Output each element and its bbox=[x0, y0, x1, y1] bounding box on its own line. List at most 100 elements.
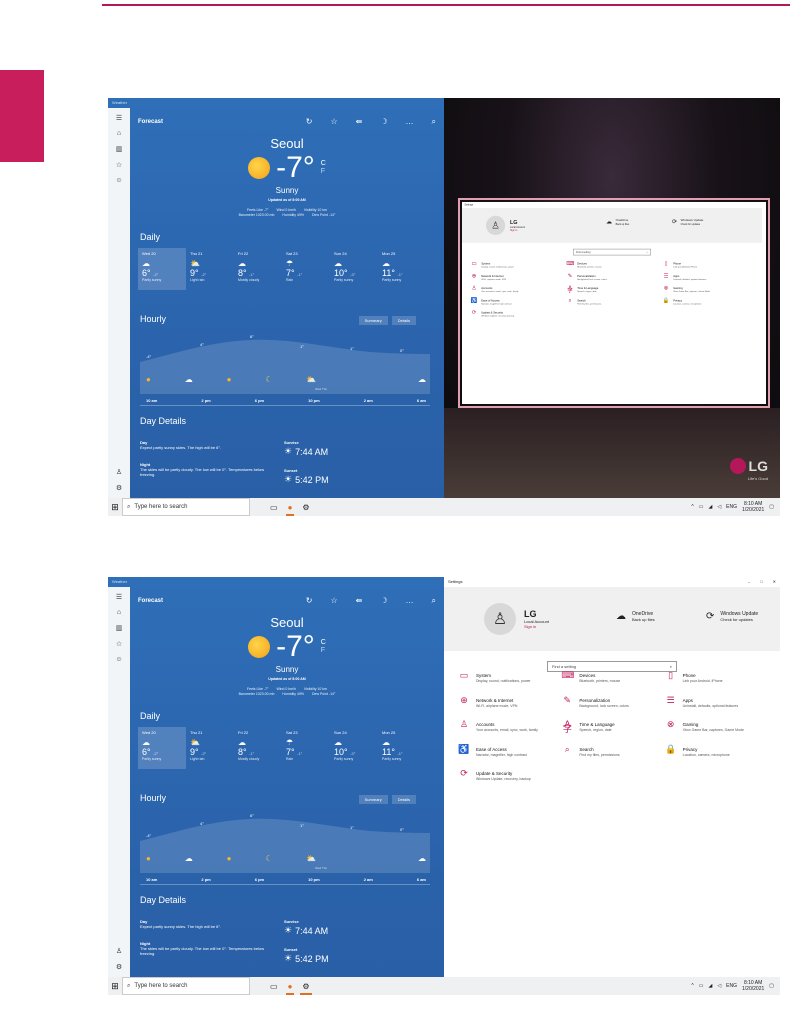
details-button[interactable]: Details bbox=[391, 316, 416, 325]
settings-category[interactable]: 🔒 Privacy Location, camera, microphone bbox=[665, 744, 768, 758]
settings-category[interactable]: ⊕ Network & Internet Wi-Fi, airplane mode,… bbox=[458, 695, 561, 709]
maps-icon[interactable]: ▥ bbox=[116, 145, 123, 153]
menu-icon[interactable]: ☰ bbox=[116, 114, 122, 122]
settings-category[interactable]: ☰ Apps Uninstall, defaults, optional featu… bbox=[662, 273, 758, 280]
settings-category[interactable]: ⌕ Search Find my files, permissions bbox=[561, 744, 664, 758]
maximize-icon[interactable]: □ bbox=[760, 579, 762, 585]
favorite-icon[interactable]: ☆ bbox=[330, 596, 337, 606]
day-card[interactable]: Sat 23 ☂ 7° -1° Rain bbox=[282, 248, 330, 290]
summary-button[interactable]: Summary bbox=[358, 795, 388, 804]
day-card[interactable]: Sat 23 ☂ 7° -1° Rain bbox=[282, 727, 330, 769]
clock[interactable]: 8:10 AM 1/20/2021 bbox=[742, 980, 764, 992]
close-icon[interactable]: ✕ bbox=[773, 579, 776, 585]
day-card[interactable]: Wed 20 ☁ 6° -2° Partly sunny bbox=[138, 727, 186, 769]
day-card[interactable]: Thu 21 ⛅ 9° -2° Light rain bbox=[186, 248, 234, 290]
language-indicator[interactable]: ENG bbox=[726, 983, 737, 989]
moon-icon[interactable]: ☽ bbox=[380, 596, 387, 606]
snap-assist-thumbnail[interactable]: Settings ♙ LG Local Account Sign in ☁ OneDr… bbox=[458, 198, 770, 408]
pin-icon[interactable]: ⇚ bbox=[356, 596, 363, 606]
notification-icon[interactable]: ▢ bbox=[769, 983, 774, 989]
settings-category[interactable]: ♙ Accounts Your accounts, email, sync, wor… bbox=[458, 720, 561, 733]
unit-f[interactable]: F bbox=[321, 168, 326, 176]
battery-icon[interactable]: ▭ bbox=[699, 504, 704, 510]
settings-category[interactable]: ⟳ Update & Security Windows Update, recove… bbox=[470, 310, 566, 317]
settings-category[interactable]: ▭ System Display, sound, notifications, po… bbox=[470, 261, 566, 268]
settings-category[interactable]: ✎ Personalization Background, lock screen,… bbox=[561, 695, 664, 709]
onedrive-tile[interactable]: ☁ OneDrive Back up files bbox=[606, 219, 629, 226]
day-card[interactable]: Sun 24 ☁ 10° -3° Partly sunny bbox=[330, 727, 378, 769]
settings-category[interactable]: ⊗ Gaming Xbox Game Bar, captures, Game Mod… bbox=[665, 720, 768, 733]
day-card[interactable]: Fri 22 ☁ 8° -1° Mostly cloudy bbox=[234, 248, 282, 290]
settings-category[interactable]: ⊗ Gaming Xbox Game Bar, captures, Game Mod… bbox=[662, 285, 758, 293]
windows-start-icon[interactable]: ⊞ bbox=[108, 981, 122, 992]
minimize-icon[interactable]: – bbox=[748, 579, 750, 585]
search-icon[interactable]: ⌕ bbox=[432, 117, 436, 127]
settings-category[interactable]: 🔒 Privacy Location, camera, microphone bbox=[662, 298, 758, 305]
sign-in-link[interactable]: Sign in bbox=[510, 228, 525, 231]
volume-icon[interactable]: ◁ bbox=[717, 504, 721, 510]
settings-taskbar-icon[interactable]: ⚙ bbox=[300, 982, 312, 995]
onedrive-tile[interactable]: ☁ OneDrive Back up files bbox=[616, 611, 655, 622]
sign-in-link[interactable]: Sign in bbox=[524, 624, 549, 629]
settings-category[interactable]: ♙ Accounts Your accounts, email, sync, wor… bbox=[470, 285, 566, 293]
network-icon[interactable]: ◢ bbox=[708, 504, 712, 510]
home-icon[interactable]: ⌂ bbox=[117, 130, 121, 137]
settings-icon[interactable]: ⚙ bbox=[116, 484, 122, 492]
language-indicator[interactable]: ENG bbox=[726, 504, 737, 510]
settings-category[interactable]: ⊕ Network & Internet Wi-Fi, airplane mode,… bbox=[470, 273, 566, 280]
settings-taskbar-icon[interactable]: ⚙ bbox=[302, 503, 309, 512]
tray-chevron-icon[interactable]: ^ bbox=[691, 983, 693, 989]
settings-icon[interactable]: ⚙ bbox=[116, 963, 122, 971]
settings-category[interactable]: ☰ Apps Uninstall, defaults, optional featu… bbox=[665, 695, 768, 709]
settings-category[interactable]: ⌕ Search Find my files, permissions bbox=[566, 298, 662, 305]
favorites-icon[interactable]: ☆ bbox=[116, 640, 122, 648]
settings-category[interactable]: A字 Time & Language Speech, region, date bbox=[561, 720, 664, 733]
windows-start-icon[interactable]: ⊞ bbox=[108, 502, 122, 513]
weather-taskbar-icon[interactable]: ● bbox=[285, 982, 295, 995]
day-card[interactable]: Fri 22 ☁ 8° -1° Mostly cloudy bbox=[234, 727, 282, 769]
volume-icon[interactable]: ◁ bbox=[717, 983, 721, 989]
settings-category[interactable]: ⌨ Devices Bluetooth, printers, mouse bbox=[566, 261, 662, 268]
pin-icon[interactable]: ⇚ bbox=[356, 117, 363, 127]
day-card[interactable]: Mon 25 ☁ 11° -1° Partly sunny bbox=[378, 248, 426, 290]
update-tile[interactable]: ⟳ Windows Update Check for updates bbox=[706, 611, 758, 622]
refresh-icon[interactable]: ↻ bbox=[306, 117, 313, 127]
account-icon[interactable]: ♙ bbox=[116, 947, 122, 955]
unit-f[interactable]: F bbox=[321, 647, 326, 655]
summary-button[interactable]: Summary bbox=[358, 316, 388, 325]
clock[interactable]: 8:10 AM 1/20/2021 bbox=[742, 501, 764, 513]
settings-category[interactable]: A字 Time & Language Speech, region, date bbox=[566, 285, 662, 293]
day-card[interactable]: Thu 21 ⛅ 9° -2° Light rain bbox=[186, 727, 234, 769]
menu-icon[interactable]: ☰ bbox=[116, 593, 122, 601]
task-view-icon[interactable]: ▭ bbox=[270, 503, 278, 512]
day-card[interactable]: Wed 20 ☁ 6° -2° Partly sunny bbox=[138, 248, 186, 290]
home-icon[interactable]: ⌂ bbox=[117, 609, 121, 616]
settings-category[interactable]: ▯ Phone Link your Android, iPhone bbox=[665, 671, 768, 684]
settings-category[interactable]: ♿ Ease of Access Narrator, magnifier, high… bbox=[470, 298, 566, 305]
battery-icon[interactable]: ▭ bbox=[699, 983, 704, 989]
day-card[interactable]: Sun 24 ☁ 10° -3° Partly sunny bbox=[330, 248, 378, 290]
account-icon[interactable]: ♙ bbox=[116, 468, 122, 476]
settings-search[interactable]: Find a setting ⌕ bbox=[573, 248, 651, 256]
notification-icon[interactable]: ▢ bbox=[769, 504, 774, 510]
more-icon[interactable]: … bbox=[406, 117, 414, 127]
search-icon[interactable]: ⌕ bbox=[432, 596, 436, 606]
update-tile[interactable]: ⟳ Windows Update Check for updates bbox=[672, 219, 703, 226]
task-view-icon[interactable]: ▭ bbox=[270, 982, 278, 991]
moon-icon[interactable]: ☽ bbox=[380, 117, 387, 127]
more-icon[interactable]: … bbox=[406, 596, 414, 606]
news-icon[interactable]: ☺ bbox=[115, 177, 122, 184]
details-button[interactable]: Details bbox=[391, 795, 416, 804]
unit-c[interactable]: C bbox=[321, 639, 326, 647]
weather-taskbar-icon[interactable]: ● bbox=[285, 503, 295, 516]
network-icon[interactable]: ◢ bbox=[708, 983, 712, 989]
maps-icon[interactable]: ▥ bbox=[116, 624, 123, 632]
settings-category[interactable]: ▯ Phone Link your Android, iPhone bbox=[662, 261, 758, 268]
favorites-icon[interactable]: ☆ bbox=[116, 161, 122, 169]
settings-category[interactable]: ⌨ Devices Bluetooth, printers, mouse bbox=[561, 671, 664, 684]
day-card[interactable]: Mon 25 ☁ 11° -1° Partly sunny bbox=[378, 727, 426, 769]
tray-chevron-icon[interactable]: ^ bbox=[691, 504, 693, 510]
unit-c[interactable]: C bbox=[321, 160, 326, 168]
news-icon[interactable]: ☺ bbox=[115, 656, 122, 663]
settings-category[interactable]: ✎ Personalization Background, lock screen,… bbox=[566, 273, 662, 280]
